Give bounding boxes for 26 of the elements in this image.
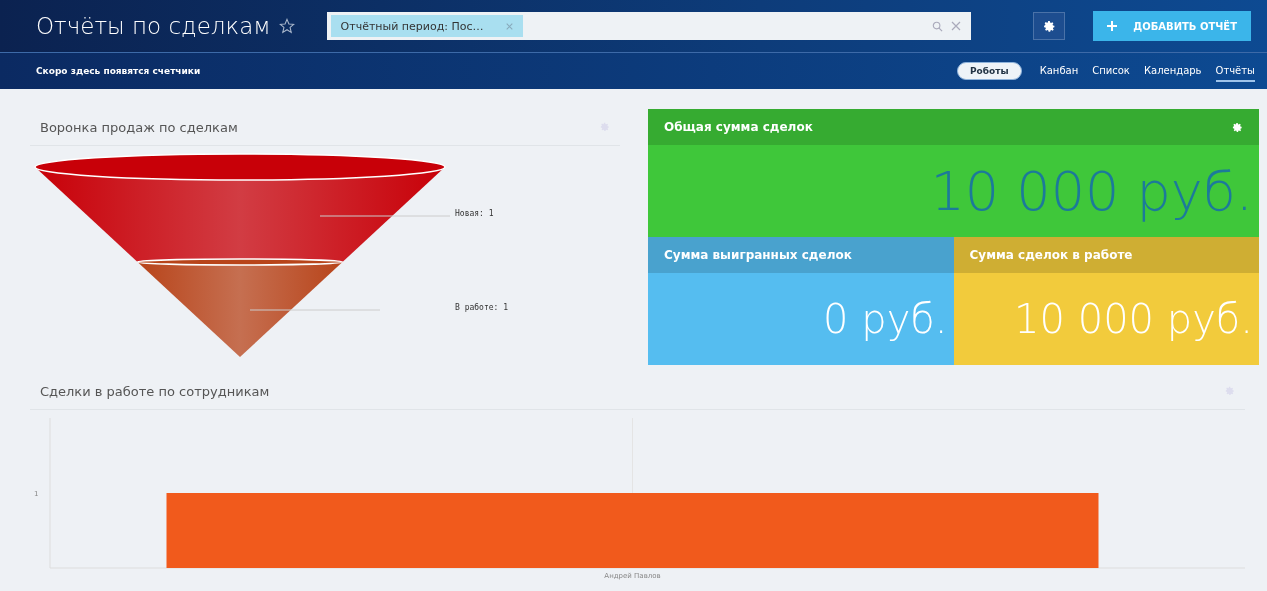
funnel-label: В работе: 1 <box>455 303 508 312</box>
close-icon[interactable] <box>505 22 513 30</box>
settings-button[interactable] <box>1033 12 1066 40</box>
page-title: Отчёты по сделкам <box>36 13 271 39</box>
card-title: Сумма выигранных сделок <box>664 248 852 262</box>
view-tab[interactable]: Календарь <box>1143 60 1202 82</box>
star-icon[interactable] <box>278 18 295 34</box>
card-title: Сумма сделок в работе <box>969 248 1133 262</box>
card-title: Общая сумма сделок <box>664 120 813 134</box>
settings-icon[interactable] <box>1042 19 1056 33</box>
view-tab[interactable]: Отчёты <box>1215 60 1255 82</box>
view-tab[interactable]: Канбан <box>1039 60 1079 82</box>
robots-button[interactable]: Роботы <box>957 62 1022 80</box>
panel-title: Воронка продаж по сделкам <box>40 119 238 135</box>
panel-title: Сделки в работе по сотрудникам <box>40 383 270 399</box>
search-field[interactable]: Отчётный период: Пос… <box>326 12 971 40</box>
tile-amount: 10 000 руб. <box>1014 296 1253 342</box>
filter-tag[interactable]: Отчётный период: Пос… <box>330 15 523 37</box>
close-icon[interactable] <box>950 21 961 31</box>
total-amount: 10 000 руб. <box>930 159 1253 223</box>
funnel-label: Новая: 1 <box>455 209 494 218</box>
notice-text: Скоро здесь появятся счетчики <box>36 66 201 76</box>
search-icon[interactable] <box>931 20 943 32</box>
plus-icon <box>1107 21 1118 31</box>
tile-amount: 0 руб. <box>823 296 948 342</box>
view-tab[interactable]: Список <box>1092 60 1130 82</box>
